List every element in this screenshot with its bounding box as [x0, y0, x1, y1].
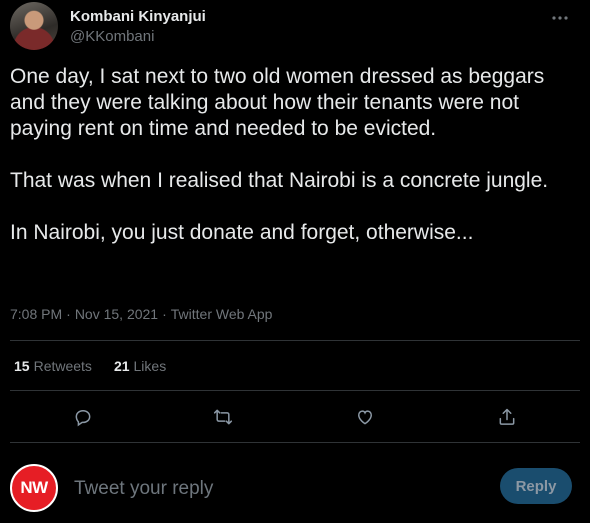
tweet-paragraph: One day, I sat next to two old women dre… — [10, 65, 545, 140]
tweet-source[interactable]: Twitter Web App — [171, 306, 273, 322]
divider — [10, 390, 580, 391]
tweet-stats: 15 Retweets 21 Likes — [14, 358, 166, 374]
divider — [10, 340, 580, 341]
author-name[interactable]: Kombani Kinyanjui — [70, 8, 206, 25]
share-icon[interactable] — [494, 404, 520, 430]
tweet-paragraph: In Nairobi, you just donate and forget, … — [10, 221, 474, 244]
retweet-icon[interactable] — [210, 404, 236, 430]
retweets-label: Retweets — [33, 358, 92, 374]
author-avatar[interactable] — [10, 2, 58, 50]
tweet-meta: 7:08 PM · Nov 15, 2021 · Twitter Web App — [10, 306, 272, 322]
reply-input[interactable] — [72, 474, 476, 504]
author-handle[interactable]: @KKombani — [70, 28, 154, 45]
likes-count: 21 — [113, 358, 130, 374]
reply-button[interactable]: Reply — [500, 468, 572, 504]
tweet-paragraph: That was when I realised that Nairobi is… — [10, 169, 549, 192]
tweet-date[interactable]: Nov 15, 2021 — [75, 306, 158, 322]
likes-stat[interactable]: 21 Likes — [114, 358, 166, 374]
reply-icon[interactable] — [70, 404, 96, 430]
user-avatar[interactable]: NW — [10, 464, 58, 512]
reply-composer: NW Reply — [10, 460, 580, 514]
retweets-stat[interactable]: 15 Retweets — [14, 358, 92, 374]
meta-separator: · — [162, 306, 167, 322]
divider — [10, 442, 580, 443]
retweets-count: 15 — [14, 358, 30, 374]
like-icon[interactable] — [352, 404, 378, 430]
tweet-time[interactable]: 7:08 PM — [10, 306, 62, 322]
tweet-actions — [10, 404, 580, 430]
tweet-header: Kombani Kinyanjui @KKombani — [10, 0, 580, 60]
meta-separator: · — [66, 306, 71, 322]
likes-label: Likes — [133, 358, 167, 374]
tweet-text: One day, I sat next to two old women dre… — [10, 64, 580, 272]
more-options-icon[interactable] — [548, 6, 572, 30]
